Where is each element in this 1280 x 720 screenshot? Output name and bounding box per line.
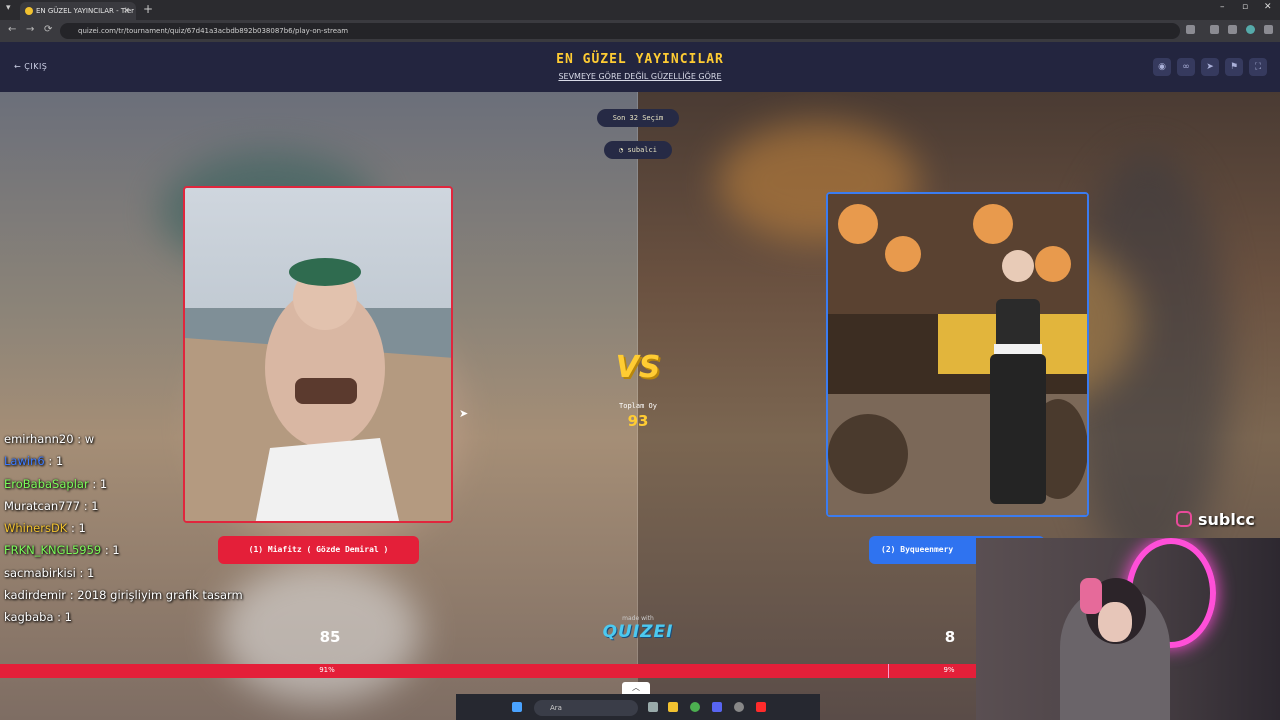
close-tab-icon[interactable]: ✕	[123, 2, 130, 20]
link-icon[interactable]: ∞	[1177, 58, 1195, 76]
chat-text: : 1	[104, 543, 120, 558]
chat-message: emirhann20 : w	[4, 428, 294, 450]
made-with-label: made with	[622, 615, 654, 622]
favicon-icon	[25, 7, 33, 15]
share-icon[interactable]: ➤	[1201, 58, 1219, 76]
taskbar-search[interactable]: Ara	[534, 700, 638, 716]
chat-username[interactable]: FRKN_KNGL5959	[4, 543, 101, 557]
chat-text: : 2018 girişliyim grafik tasarm	[69, 588, 243, 603]
quizei-logo[interactable]: QUIZEI	[598, 622, 678, 642]
chat-text: : 1	[48, 454, 64, 469]
chat-text: : 1	[92, 476, 108, 491]
instagram-icon	[1176, 511, 1192, 527]
chat-text: : 1	[71, 521, 86, 536]
chat-text: : 1	[79, 565, 95, 580]
chat-username[interactable]: kagbaba	[4, 610, 54, 624]
flag-icon[interactable]: ⚑	[1225, 58, 1243, 76]
browser-tab[interactable]: EN GÜZEL YAYINCILAR - Tier Li ✕	[20, 2, 136, 20]
chat-text: : w	[77, 432, 95, 446]
total-votes-label: Toplam Oy	[619, 402, 657, 410]
chat-username[interactable]: sacmabirkisi	[4, 566, 76, 580]
chat-username[interactable]: emirhann20	[4, 432, 74, 446]
chat-message: sacmabirkisi : 1	[4, 562, 294, 584]
author-name: subalci	[627, 146, 657, 154]
chat-message: WhinersDK : 1	[4, 517, 294, 539]
chevron-up-icon[interactable]: ︿	[622, 682, 650, 694]
task-view-icon[interactable]	[648, 702, 658, 712]
tab-menu-icon[interactable]: ▾	[6, 3, 11, 13]
right-vote-count: 8	[944, 628, 956, 646]
new-tab-icon[interactable]: +	[143, 2, 153, 16]
browser-tab-bar: ▾ EN GÜZEL YAYINCILAR - Tier Li ✕ + – ▫ …	[0, 0, 1280, 20]
quiz-header: ← ÇIKIŞ EN GÜZEL YAYINCILAR SEVMEYE GÖRE…	[0, 42, 1280, 92]
author-pill[interactable]: ◔ subalci	[604, 141, 672, 159]
instagram-handle: sublcc	[1176, 510, 1255, 529]
chat-username[interactable]: Muratcan777	[4, 499, 80, 513]
obs-icon[interactable]	[734, 702, 744, 712]
forward-nav-icon[interactable]: →	[26, 24, 34, 35]
instagram-name: sublcc	[1198, 510, 1255, 529]
minimize-icon[interactable]: –	[1220, 2, 1225, 12]
left-vote-percent: 91%	[319, 666, 335, 674]
quiz-subtitle[interactable]: SEVMEYE GÖRE DEĞİL GÜZELLİĞE GÖRE	[0, 72, 1280, 81]
youtube-icon[interactable]	[756, 702, 766, 712]
streamer-face	[1098, 602, 1132, 642]
fullscreen-icon[interactable]: ⛶	[1249, 58, 1267, 76]
browser-menu-icon[interactable]	[1264, 25, 1273, 34]
extension-icon[interactable]	[1228, 25, 1237, 34]
round-pill: Son 32 Seçim	[597, 109, 679, 127]
stream-chat: emirhann20 : w Lawin6 : 1 EroBabaSaplar : …	[4, 428, 294, 629]
chat-message: FRKN_KNGL5959 : 1	[4, 539, 294, 561]
maximize-icon[interactable]: ▫	[1242, 2, 1248, 12]
profile-avatar[interactable]	[1246, 25, 1255, 34]
downloads-icon[interactable]	[1210, 25, 1219, 34]
quiz-title: EN GÜZEL YAYINCILAR	[556, 52, 724, 67]
bookmark-star-icon[interactable]	[1186, 25, 1195, 34]
eye-icon[interactable]: ◉	[1153, 58, 1171, 76]
address-bar-row: ← → ⟳ quizei.com/tr/tournament/quiz/67d4…	[0, 20, 1280, 42]
start-icon[interactable]	[512, 702, 522, 712]
contestant-right-photo	[828, 194, 1087, 515]
vs-lightning-icon: VS	[615, 350, 661, 385]
chat-message: Muratcan777 : 1	[4, 495, 294, 517]
left-vote-count: 85	[319, 628, 341, 646]
url-field[interactable]: quizei.com/tr/tournament/quiz/67d41a3acb…	[60, 23, 1180, 39]
chat-message: Lawin6 : 1	[4, 450, 294, 472]
headset-icon	[1080, 578, 1102, 614]
back-nav-icon[interactable]: ←	[8, 24, 16, 35]
discord-icon[interactable]	[712, 702, 722, 712]
chat-message: EroBabaSaplar : 1	[4, 473, 294, 495]
chat-message: kadirdemir : 2018 girişliyim grafik tasa…	[4, 584, 294, 606]
chat-username[interactable]: EroBabaSaplar	[4, 477, 89, 491]
mouse-cursor-icon: ➤	[459, 407, 469, 420]
file-explorer-icon[interactable]	[668, 702, 678, 712]
chat-message: kagbaba : 1	[4, 606, 294, 628]
chrome-icon[interactable]	[690, 702, 700, 712]
window-close-icon[interactable]: ✕	[1264, 2, 1272, 12]
vote-progress-bar	[0, 664, 976, 678]
chat-text: : 1	[57, 610, 73, 625]
right-vote-percent: 9%	[943, 666, 955, 674]
tab-title: EN GÜZEL YAYINCILAR - Tier Li	[36, 7, 136, 15]
chat-text: : 1	[83, 498, 99, 513]
total-votes-value: 93	[627, 412, 649, 430]
chat-username[interactable]: WhinersDK	[4, 521, 67, 535]
chat-username[interactable]: Lawin6	[4, 454, 45, 468]
streamer-webcam	[976, 538, 1280, 720]
contestant-right-card[interactable]	[826, 192, 1089, 517]
reload-icon[interactable]: ⟳	[44, 24, 52, 35]
chat-username[interactable]: kadirdemir	[4, 588, 66, 602]
